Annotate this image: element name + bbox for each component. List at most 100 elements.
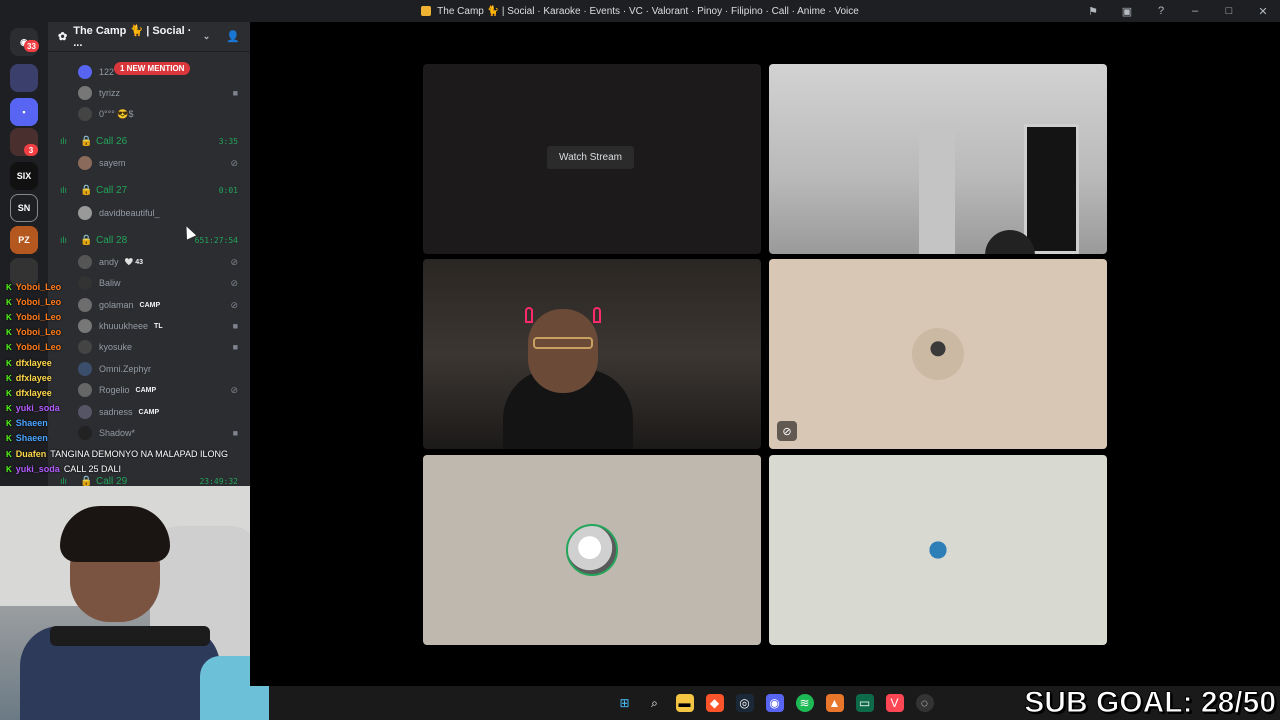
voice-user-row[interactable]: andy 🤍 43 ⊘: [48, 252, 250, 272]
chat-username: Yoboi_Leo: [15, 327, 62, 337]
stream-chat-overlay: K Yoboi_Leo K Yoboi_Leo K Yoboi_Leo K Yoboi_…: [0, 282, 250, 482]
discord-icon[interactable]: ◉: [765, 694, 784, 712]
avatar: [78, 156, 92, 170]
kick-icon: K: [6, 464, 12, 474]
call-duration: 651:27:54: [194, 235, 238, 245]
app-icon[interactable]: ◌: [915, 694, 934, 712]
voice-user-row[interactable]: 122: [48, 62, 250, 82]
sub-goal-overlay: SUB GOAL: 28/50: [1024, 686, 1277, 720]
avatar: [78, 65, 92, 79]
brave-browser-icon[interactable]: ◆: [705, 694, 724, 712]
pizzeria-server-icon[interactable]: PZ: [10, 226, 38, 254]
chat-message: K Yoboi_Leo: [6, 282, 61, 292]
valorant-icon[interactable]: V: [885, 694, 904, 712]
chat-message: K Yoboi_Leo: [6, 297, 61, 307]
avatar-tile[interactable]: [769, 455, 1107, 645]
avatar: [78, 255, 92, 269]
chat-username: dfxlayee: [15, 358, 52, 368]
avatar-speaking: [566, 524, 618, 576]
chat-username: Yoboi_Leo: [15, 297, 62, 307]
server-icon-small: ✿: [58, 31, 68, 43]
lock-icon: 🔒: [80, 135, 93, 147]
voice-user-name: davidbeautiful_: [99, 208, 160, 218]
voice-user-row[interactable]: davidbeautiful_: [48, 203, 250, 223]
devil-horn-icon: [593, 307, 601, 323]
maximize-button[interactable]: □: [1220, 5, 1238, 17]
home-badge: 33: [24, 40, 39, 52]
voice-user-name: 0°°° 😎$: [99, 108, 134, 119]
avatar: [78, 86, 92, 100]
chat-message: K Yoboi_Leo: [6, 342, 61, 352]
glasses: [533, 337, 593, 349]
voice-channel-call-28[interactable]: ılı 🔒 Call 28 651:27:54: [48, 230, 250, 250]
voice-user-row[interactable]: 0°°° 😎$: [48, 104, 250, 124]
kick-icon: K: [6, 449, 12, 459]
avatar-tile[interactable]: [423, 455, 761, 645]
terminal-icon[interactable]: ▭: [855, 694, 874, 712]
chat-username: Shaeen: [15, 418, 48, 428]
kick-icon: K: [6, 297, 12, 307]
server-icon[interactable]: SN: [10, 194, 38, 222]
deafen-icon: ⊘: [777, 421, 797, 441]
video-stage: Watch Stream ⊘: [250, 22, 1280, 686]
server-header[interactable]: ✿ The Camp 🐈 | Social · ... ⌄ 👤: [48, 22, 250, 52]
title-bar: The Camp 🐈 | Social · Karaoke · Events ·…: [0, 0, 1280, 22]
camera-icon: ■: [232, 88, 238, 98]
window-title: The Camp 🐈 | Social · Karaoke · Events ·…: [421, 6, 859, 17]
chat-message: K Shaeen: [6, 433, 48, 443]
app-icon[interactable]: ▲: [825, 694, 844, 712]
chat-message: Kyuki_soda: [6, 403, 60, 413]
voice-user-name: sayem: [99, 158, 126, 168]
folder-icon[interactable]: ▪: [10, 98, 38, 126]
avatar: [912, 328, 964, 380]
spotify-icon[interactable]: ≋: [795, 694, 814, 712]
file-explorer-icon[interactable]: ▬: [675, 694, 694, 712]
server-icon[interactable]: [10, 64, 38, 92]
server-icon[interactable]: SIX: [10, 162, 38, 190]
chevron-down-icon[interactable]: ⌄: [203, 31, 211, 42]
video-tile[interactable]: [423, 259, 761, 449]
curtain: [919, 124, 955, 254]
voice-activity-icon: ılı: [60, 235, 68, 245]
stream-tile[interactable]: Watch Stream: [423, 64, 761, 254]
doorway: [1024, 124, 1079, 254]
invite-people-icon[interactable]: 👤: [226, 30, 240, 43]
server-badge: 3: [24, 144, 38, 156]
kick-icon: K: [6, 312, 12, 322]
steam-icon[interactable]: ◎: [735, 694, 754, 712]
app-window: The Camp 🐈 | Social · Karaoke · Events ·…: [0, 0, 1280, 720]
chat-username: Yoboi_Leo: [15, 312, 62, 322]
voice-channel-name: Call 28: [96, 234, 128, 246]
voice-activity-icon: ılı: [60, 185, 68, 195]
streamer-webcam: [0, 486, 269, 720]
chat-message: K Yoboi_Leo: [6, 312, 61, 322]
chat-message: Kdfxlayee: [6, 373, 52, 383]
voice-user-row[interactable]: tyrizz ■: [48, 83, 250, 103]
help-icon[interactable]: ?: [1152, 5, 1170, 17]
title-bar-controls: ⚑ ▣ ? – □ ✕: [1084, 0, 1272, 22]
voice-channel-call-27[interactable]: ılı 🔒 Call 27 0:01: [48, 180, 250, 200]
devil-horn-icon: [525, 307, 533, 323]
avatar: [78, 206, 92, 220]
kick-icon: K: [6, 282, 12, 292]
minimize-button[interactable]: –: [1186, 5, 1204, 17]
search-icon[interactable]: ⌕: [646, 694, 664, 712]
call-duration: 3:35: [218, 136, 238, 146]
call-duration: 0:01: [218, 185, 238, 195]
screen-share-icon[interactable]: ▣: [1118, 5, 1136, 18]
server-favicon-icon: [421, 6, 432, 16]
avatar-tile[interactable]: ⊘: [769, 259, 1107, 449]
chat-text: TANGINA DEMONYO NA MALAPAD ILONG: [50, 449, 228, 459]
voice-user-name: tyrizz: [99, 88, 120, 98]
close-button[interactable]: ✕: [1254, 5, 1272, 18]
chat-message: Kyuki_soda CALL 25 DALI: [6, 464, 121, 474]
voice-channel-call-26[interactable]: ılı 🔒 Call 26 3:35: [48, 131, 250, 151]
video-tile[interactable]: [769, 64, 1107, 254]
inbox-icon[interactable]: ⚑: [1084, 5, 1102, 18]
voice-channel-name: Call 27: [96, 184, 128, 196]
chat-username: Yoboi_Leo: [15, 282, 62, 292]
voice-user-row[interactable]: sayem ⊘: [48, 153, 250, 173]
watch-stream-button[interactable]: Watch Stream: [547, 146, 634, 169]
lock-icon: 🔒: [80, 184, 93, 196]
windows-start-icon[interactable]: ⊞: [616, 694, 634, 712]
